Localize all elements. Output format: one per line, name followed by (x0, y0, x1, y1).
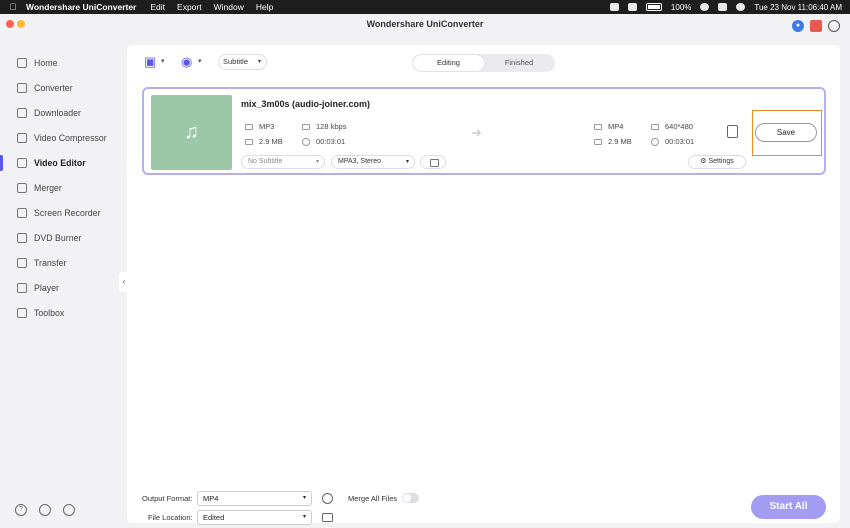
sidebar-item-converter[interactable]: Converter (0, 77, 127, 99)
battery-percent: 100% (670, 2, 692, 12)
resolution-icon (651, 123, 659, 130)
chevron-down-icon: ▾ (257, 59, 261, 65)
transfer-icon (17, 258, 27, 268)
control-center-icon[interactable] (718, 3, 728, 11)
apple-icon[interactable]:  (0, 2, 26, 12)
target-format: MP4 (594, 122, 623, 131)
save-button[interactable]: Save (755, 123, 817, 142)
footer-bar: Output Format: MP4 ▾ Merge All Files Fil… (127, 474, 840, 528)
converter-icon (17, 83, 27, 93)
folder-icon[interactable] (322, 513, 333, 522)
add-media-icon[interactable]: ◉ (181, 55, 195, 69)
title-bar: Wondershare UniConverter ● (0, 14, 850, 36)
sidebar-item-video-editor[interactable]: Video Editor (0, 152, 127, 174)
gift-icon[interactable] (810, 20, 822, 32)
dvd-icon (17, 233, 27, 243)
add-media-dropdown-chevron-icon[interactable]: ▾ (198, 57, 202, 65)
merger-icon (17, 183, 27, 193)
battery-icon[interactable] (645, 3, 662, 11)
chevron-down-icon: ▾ (302, 495, 306, 501)
size-icon (245, 138, 253, 145)
tray-app-icon[interactable] (609, 3, 619, 11)
siri-icon[interactable] (736, 3, 746, 11)
output-format-label: Output Format: (142, 494, 193, 503)
feedback-icon[interactable] (63, 504, 75, 516)
target-resolution: 640*480 (651, 122, 693, 131)
target-size: 2.9 MB (594, 137, 632, 146)
scissors-icon (17, 158, 27, 168)
home-icon (17, 58, 27, 68)
source-bitrate: 128 kbps (302, 122, 346, 131)
mac-menubar:  Wondershare UniConverter Edit Export W… (0, 0, 850, 14)
help-icon[interactable]: ? (15, 504, 27, 516)
support-headset-icon[interactable] (828, 20, 840, 32)
sidebar-item-merger[interactable]: Merger (0, 177, 127, 199)
notification-bell-icon[interactable] (39, 504, 51, 516)
sidebar-item-player[interactable]: Player (0, 277, 127, 299)
sidebar: Home Converter Downloader Video Compress… (0, 44, 127, 528)
chevron-down-icon: ▾ (315, 159, 319, 165)
app-window: Wondershare UniConverter ● Home Converte… (0, 14, 850, 528)
account-avatar-icon[interactable]: ● (792, 20, 804, 32)
size-icon (594, 138, 602, 145)
format-settings-icon[interactable] (322, 493, 333, 504)
sidebar-item-home[interactable]: Home (0, 52, 127, 74)
menu-window[interactable]: Window (214, 2, 244, 12)
recorder-icon (17, 208, 27, 218)
subtitle-dropdown[interactable]: No Subtitle ▾ (241, 155, 325, 169)
sidebar-item-screen-recorder[interactable]: Screen Recorder (0, 202, 127, 224)
sidebar-item-video-compressor[interactable]: Video Compressor (0, 127, 127, 149)
sidebar-item-toolbox[interactable]: Toolbox (0, 302, 127, 324)
tab-editing[interactable]: Editing (413, 55, 484, 71)
sidebar-item-transfer[interactable]: Transfer (0, 252, 127, 274)
menubar-app-name[interactable]: Wondershare UniConverter (26, 2, 136, 12)
menu-export[interactable]: Export (177, 2, 202, 12)
source-size: 2.9 MB (245, 137, 283, 146)
file-card[interactable]: ♫ mix_3m00s (audio-joiner.com) MP3 128 k… (142, 87, 826, 175)
main-panel: ▣ ▾ ◉ ▾ Subtitle ▾ Editing Finished ♫ mi… (127, 45, 840, 523)
output-settings-icon[interactable] (727, 125, 738, 138)
sidebar-item-downloader[interactable]: Downloader (0, 102, 127, 124)
bitrate-icon (302, 123, 310, 130)
wifi-icon[interactable] (700, 3, 710, 11)
clock-icon (302, 137, 310, 146)
window-title: Wondershare UniConverter (366, 19, 484, 29)
audio-track-dropdown[interactable]: MPA3, Stereo ▾ (331, 155, 415, 169)
source-format: MP3 (245, 122, 274, 131)
compress-icon (17, 133, 27, 143)
format-icon (245, 123, 253, 130)
source-duration: 00:03:01 (302, 137, 345, 146)
clock-icon (651, 137, 659, 146)
chevron-down-icon: ▾ (302, 514, 306, 520)
add-file-icon[interactable]: ▣ (144, 55, 158, 69)
settings-button[interactable]: ⚙ Settings (688, 155, 746, 169)
player-icon (17, 283, 27, 293)
video-format-icon (594, 123, 602, 130)
target-duration: 00:03:01 (651, 137, 694, 146)
editing-finished-tabs: Editing Finished (412, 54, 555, 72)
chevron-down-icon: ▾ (405, 159, 409, 165)
add-file-dropdown-chevron-icon[interactable]: ▾ (161, 57, 165, 65)
subtitle-select[interactable]: Subtitle ▾ (218, 54, 267, 70)
gear-icon: ⚙ (700, 158, 707, 165)
file-name: mix_3m00s (audio-joiner.com) (241, 99, 371, 109)
menu-help[interactable]: Help (256, 2, 273, 12)
tab-finished[interactable]: Finished (484, 55, 554, 71)
image-icon[interactable] (420, 155, 446, 169)
downloader-icon (17, 108, 27, 118)
file-location-label: File Location: (148, 513, 193, 522)
toolbox-icon (17, 308, 27, 318)
output-format-select[interactable]: MP4 ▾ (197, 491, 312, 506)
menubar-clock[interactable]: Tue 23 Nov 11:06:40 AM (754, 3, 842, 12)
file-location-select[interactable]: Edited ▾ (197, 510, 312, 525)
keyboard-icon[interactable] (627, 3, 637, 11)
start-all-button[interactable]: Start All (751, 495, 826, 519)
convert-arrow-icon: ➜ (471, 125, 482, 140)
merge-all-files-toggle[interactable] (402, 493, 419, 503)
menu-edit[interactable]: Edit (150, 2, 165, 12)
sidebar-item-dvd-burner[interactable]: DVD Burner (0, 227, 127, 249)
music-note-thumbnail-icon[interactable]: ♫ (151, 95, 232, 170)
merge-all-files-label: Merge All Files (348, 494, 398, 503)
